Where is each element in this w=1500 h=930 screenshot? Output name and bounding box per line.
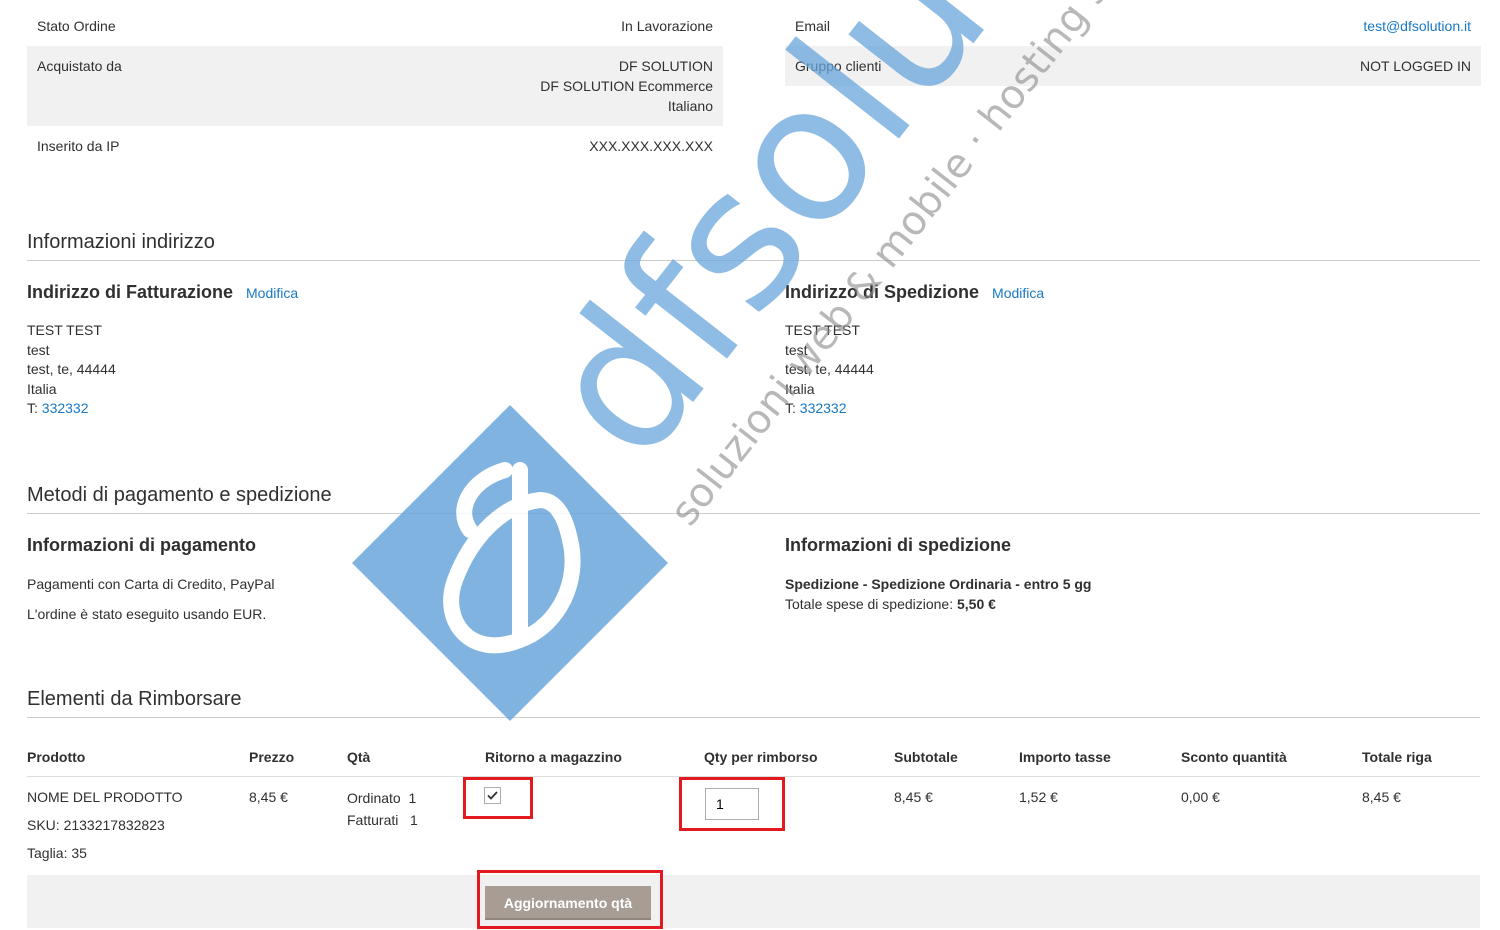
billing-street: test	[27, 341, 50, 358]
billing-edit-link[interactable]: Modifica	[246, 285, 298, 301]
billing-address: TEST TEST test test, te, 44444 Italia T:…	[27, 321, 116, 419]
shipping-phone: T: 332332	[785, 399, 874, 419]
order-status-value: In Lavorazione	[621, 18, 713, 34]
product-sku: SKU: 2133217832823	[27, 817, 165, 833]
shipping-address: TEST TEST test test, te, 44444 Italia T:…	[785, 321, 874, 419]
payment-section-title: Metodi di pagamento e spedizione	[27, 484, 1480, 514]
shipping-total-label: Totale spese di spedizione:	[785, 596, 957, 612]
subtotal-cell: 8,45 €	[894, 789, 933, 805]
qty-invoiced-value: 1	[410, 812, 418, 828]
shipping-method: Spedizione - Spedizione Ordinaria - entr…	[785, 576, 1092, 592]
customer-group-label: Gruppo clienti	[795, 58, 882, 74]
col-qty: Qtà	[347, 742, 485, 777]
shipping-street: test	[785, 341, 808, 358]
billing-phone-link[interactable]: 332332	[42, 400, 89, 416]
placed-from-ip-row: Inserito da IP XXX.XXX.XXX.XXX	[27, 126, 723, 166]
shipping-phone-link[interactable]: 332332	[800, 400, 847, 416]
billing-name: TEST TEST	[27, 322, 102, 338]
discount-cell: 0,00 €	[1181, 789, 1220, 805]
price-cell: 8,45 €	[249, 789, 288, 805]
purchased-from-label: Acquistato da	[37, 58, 122, 74]
store-view: Italiano	[667, 98, 713, 114]
shipping-country: Italia	[785, 380, 815, 397]
order-status-label: Stato Ordine	[37, 18, 116, 34]
customer-group-row: Gruppo clienti NOT LOGGED IN	[785, 46, 1481, 86]
shipping-city: test, te, 44444	[785, 361, 874, 378]
checkbox-highlight	[463, 777, 533, 819]
col-refund-qty: Qty per rimborso	[704, 742, 894, 777]
payment-info-title: Informazioni di pagamento	[27, 535, 257, 555]
email-label: Email	[795, 18, 831, 34]
qty-ordered-value: 1	[408, 790, 417, 806]
watermark-logo-diamond	[352, 405, 668, 721]
col-subtotal: Subtotale	[894, 742, 1019, 777]
order-status-row: Stato Ordine In Lavorazione	[27, 6, 723, 46]
store-name: DF SOLUTION Ecommerce	[540, 78, 713, 94]
product-size: Taglia: 35	[27, 845, 87, 861]
col-price: Prezzo	[249, 742, 347, 777]
purchased-from-row: Acquistato da DF SOLUTION DF SOLUTION Ec…	[27, 46, 723, 126]
update-button-highlight	[477, 870, 663, 929]
placed-from-ip-value: XXX.XXX.XXX.XXX	[589, 138, 713, 154]
account-info-table: Email test@dfsolution.it Gruppo clienti …	[785, 6, 1481, 86]
shipping-phone-prefix: T:	[785, 400, 800, 417]
product-name: NOME DEL PRODOTTO	[27, 789, 183, 805]
email-row: Email test@dfsolution.it	[785, 6, 1481, 46]
shipping-total-value: 5,50 €	[957, 596, 996, 612]
col-discount: Sconto quantità	[1181, 742, 1362, 777]
billing-address-heading: Indirizzo di Fatturazione Modifica	[27, 282, 298, 303]
billing-city: test, te, 44444	[27, 361, 116, 378]
qty-invoiced-label: Fatturati	[347, 812, 399, 828]
col-product: Prodotto	[27, 742, 249, 777]
table-header-row: Prodotto Prezzo Qtà Ritorno a magazzino …	[27, 742, 1480, 777]
customer-group-value: NOT LOGGED IN	[1360, 58, 1471, 74]
shipping-address-title: Indirizzo di Spedizione	[785, 282, 980, 302]
billing-phone-prefix: T:	[27, 400, 42, 417]
billing-phone: T: 332332	[27, 399, 116, 419]
address-section-title: Informazioni indirizzo	[27, 231, 1480, 261]
store-website: DF SOLUTION	[618, 58, 713, 74]
items-footer-bar	[27, 875, 1480, 928]
qty-ordered-label: Ordinato	[347, 790, 401, 806]
shipping-info-title: Informazioni di spedizione	[785, 535, 1012, 555]
purchased-from-value: DF SOLUTION DF SOLUTION Ecommerce Italia…	[540, 56, 713, 116]
payment-method: Pagamenti con Carta di Credito, PayPal	[27, 576, 275, 592]
row-total-cell: 8,45 €	[1362, 789, 1401, 805]
shipping-address-heading: Indirizzo di Spedizione Modifica	[785, 282, 1044, 303]
billing-country: Italia	[27, 380, 57, 397]
refund-qty-highlight	[679, 777, 785, 831]
billing-address-title: Indirizzo di Fatturazione	[27, 282, 233, 302]
email-link[interactable]: test@dfsolution.it	[1363, 16, 1471, 36]
refund-section-title: Elementi da Rimborsare	[27, 688, 1480, 718]
shipping-name: TEST TEST	[785, 322, 860, 338]
product-cell: NOME DEL PRODOTTO SKU: 2133217832823 Tag…	[27, 777, 249, 868]
tax-cell: 1,52 €	[1019, 789, 1058, 805]
shipping-edit-link[interactable]: Modifica	[992, 285, 1044, 301]
placed-from-ip-label: Inserito da IP	[37, 138, 120, 154]
order-info-table: Stato Ordine In Lavorazione Acquistato d…	[27, 6, 723, 166]
col-row-total: Totale riga	[1362, 742, 1480, 777]
col-tax: Importo tasse	[1019, 742, 1181, 777]
shipping-total: Totale spese di spedizione: 5,50 €	[785, 594, 996, 614]
col-return-to-stock: Ritorno a magazzino	[485, 742, 704, 777]
payment-currency-note: L'ordine è stato eseguito usando EUR.	[27, 606, 267, 622]
